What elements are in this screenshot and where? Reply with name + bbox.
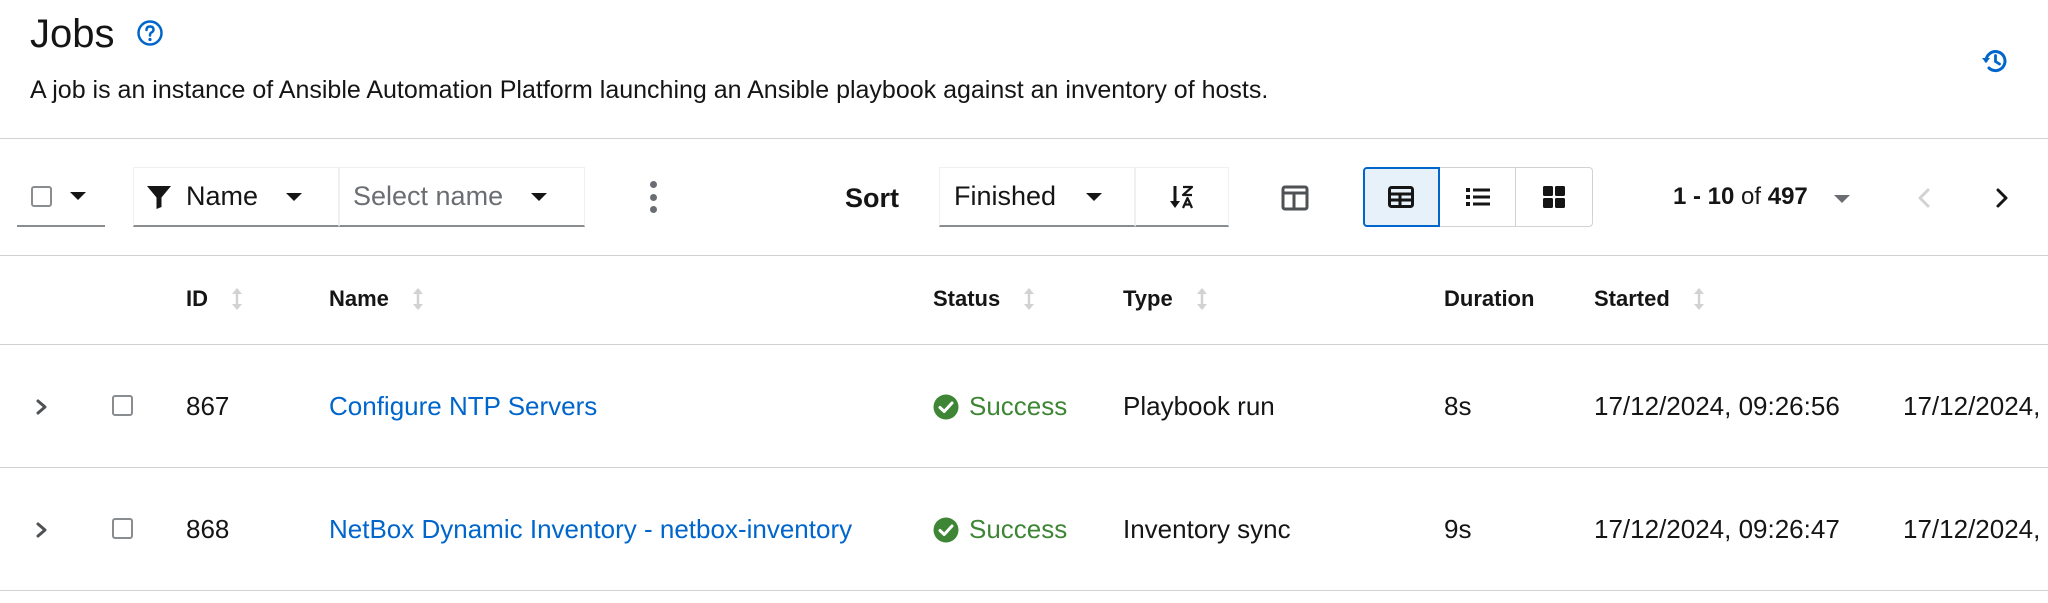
previous-page-icon[interactable] [1912, 183, 1936, 213]
caret-down-icon [70, 192, 86, 200]
pagination-total: 497 [1767, 183, 1808, 210]
view-toggle-group [1363, 167, 1593, 227]
job-id: 867 [186, 391, 230, 421]
pagination-of: of [1741, 183, 1762, 210]
kebab-icon[interactable] [645, 181, 661, 213]
filter-attribute-select[interactable]: Name [133, 167, 339, 227]
filter-icon [147, 185, 171, 209]
list-view-button[interactable] [1439, 167, 1517, 227]
sort-icon [232, 288, 242, 310]
column-header-status-label: Status [933, 286, 1001, 311]
column-header-name-label: Name [329, 286, 389, 311]
column-header-duration: Duration [1444, 286, 1534, 312]
job-status: Success [933, 514, 1067, 545]
sort-field-label: Finished [954, 181, 1057, 211]
card-view-icon [1543, 186, 1566, 208]
page-header: Jobs A job is an instance of Ansible Aut… [0, 0, 2048, 139]
toolbar: Name Select name Sort Finished 1 - 10 of… [0, 139, 2048, 256]
sort-icon [412, 288, 423, 310]
job-type: Playbook run [1123, 391, 1275, 421]
chevron-right-icon[interactable] [34, 395, 50, 419]
list-view-icon [1465, 188, 1490, 206]
page-description: A job is an instance of Ansible Automati… [30, 76, 1269, 104]
help-circle-icon[interactable] [136, 19, 164, 47]
job-finished: 17/12/2024, [1903, 514, 2041, 544]
job-name-link[interactable]: NetBox Dynamic Inventory - netbox-invent… [329, 514, 852, 545]
select-all-checkbox[interactable] [31, 185, 52, 207]
job-duration: 9s [1444, 514, 1472, 544]
caret-down-icon [531, 192, 548, 201]
table-view-button[interactable] [1363, 167, 1440, 227]
job-finished: 17/12/2024, [1903, 391, 2041, 421]
column-header-id-label: ID [186, 286, 208, 311]
job-status: Success [933, 391, 1067, 422]
history-icon[interactable] [1980, 46, 2010, 76]
row-select-checkbox[interactable] [112, 518, 133, 539]
job-status-label: Success [969, 391, 1068, 421]
pagination-range[interactable]: 1 - 10 of 497 [1673, 183, 1808, 211]
job-type: Inventory sync [1123, 514, 1291, 544]
filter-value-select[interactable]: Select name [339, 167, 585, 227]
filter-attribute-label: Name [186, 181, 259, 211]
column-header-started-label: Started [1594, 286, 1670, 311]
column-header-id[interactable]: ID [186, 286, 244, 312]
column-header-name[interactable]: Name [329, 286, 425, 312]
column-header-status[interactable]: Status [933, 286, 1036, 312]
card-view-button[interactable] [1516, 167, 1593, 227]
job-status-label: Success [969, 514, 1068, 544]
filter-value-placeholder: Select name [353, 181, 504, 211]
next-page-icon[interactable] [1990, 183, 2014, 213]
table-header: ID Name Status Type Duration Started [0, 256, 2048, 345]
job-duration: 8s [1444, 391, 1472, 421]
job-started: 17/12/2024, 09:26:56 [1594, 391, 1840, 421]
caret-down-icon [1086, 192, 1103, 201]
chevron-right-icon[interactable] [34, 518, 50, 542]
pagination-start-end: 1 - 10 [1673, 183, 1735, 210]
sort-direction-button[interactable] [1135, 167, 1229, 227]
table-view-icon [1388, 186, 1415, 208]
bulk-select-dropdown[interactable] [17, 167, 105, 227]
sort-icon [1693, 288, 1704, 310]
caret-down-icon [286, 192, 303, 201]
column-header-duration-label: Duration [1444, 286, 1535, 311]
table-row: 867 Configure NTP Servers Success Playbo… [0, 345, 2048, 468]
job-id: 868 [186, 514, 230, 544]
sort-alpha-down-icon [1170, 185, 1194, 208]
columns-icon[interactable] [1280, 183, 1310, 213]
check-circle-icon [933, 517, 959, 542]
column-header-type-label: Type [1123, 286, 1173, 311]
column-header-type[interactable]: Type [1123, 286, 1209, 312]
pagination-menu-caret-icon[interactable] [1834, 195, 1850, 203]
job-name-link[interactable]: Configure NTP Servers [329, 391, 597, 422]
job-started: 17/12/2024, 09:26:47 [1594, 514, 1840, 544]
sort-field-select[interactable]: Finished [939, 167, 1135, 227]
sort-label: Sort [845, 183, 899, 213]
table-row: 868 NetBox Dynamic Inventory - netbox-in… [0, 468, 2048, 591]
column-header-started[interactable]: Started [1594, 286, 1706, 312]
page-title: Jobs [30, 12, 115, 56]
sort-icon [1024, 288, 1035, 310]
sort-icon [1196, 288, 1207, 310]
check-circle-icon [933, 394, 959, 419]
row-select-checkbox[interactable] [112, 395, 133, 416]
